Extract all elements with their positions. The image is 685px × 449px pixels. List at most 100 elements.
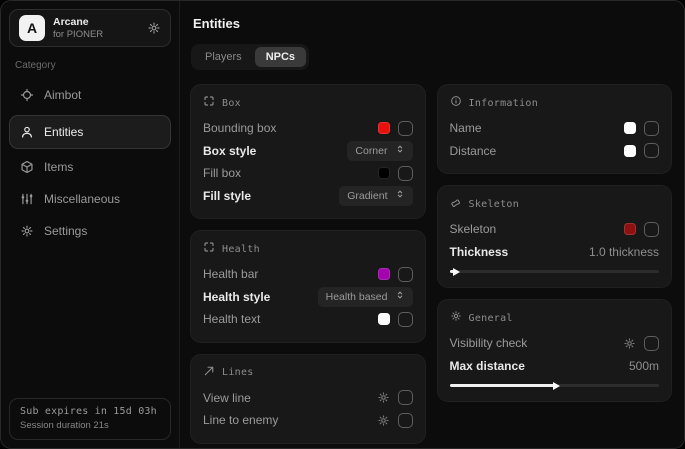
health-text-row: Health text (203, 308, 413, 331)
sidebar-item-settings[interactable]: Settings (9, 216, 171, 246)
card-title: Information (469, 98, 539, 109)
app-logo: A (19, 15, 45, 41)
sidebar-item-label: Miscellaneous (44, 192, 120, 206)
tab-players[interactable]: Players (194, 47, 253, 67)
gear-icon[interactable] (147, 21, 161, 35)
card-title: Box (222, 98, 241, 109)
sidebar-item-miscellaneous[interactable]: Miscellaneous (9, 184, 171, 214)
information-card-header: Information (450, 94, 660, 112)
fill-box-row: Fill box (203, 162, 413, 185)
sidebar-item-label: Aimbot (44, 88, 81, 102)
checkbox[interactable] (398, 166, 413, 181)
trend-arrow-icon (203, 364, 215, 382)
fill-style-row: Fill style Gradient (203, 185, 413, 208)
card-title: Skeleton (469, 199, 520, 210)
row-label: Bounding box (203, 121, 276, 135)
dropdown-value: Health based (326, 291, 388, 303)
thickness-row: Thickness 1.0 thickness (450, 241, 660, 264)
sidebar-nav: Aimbot Entities Items Miscellaneous Sett… (9, 80, 171, 248)
line-to-enemy-row: Line to enemy (203, 409, 413, 432)
row-label: Max distance (450, 359, 525, 373)
checkbox[interactable] (398, 390, 413, 405)
checkbox[interactable] (398, 267, 413, 282)
slider-thumb[interactable] (453, 268, 460, 276)
scan-icon (203, 240, 215, 258)
row-label: View line (203, 391, 251, 405)
right-column: Information Name Distance (437, 84, 673, 402)
unfold-icon (395, 189, 405, 202)
lines-card-header: Lines (203, 364, 413, 382)
tab-npcs[interactable]: NPCs (255, 47, 306, 67)
card-title: Health (222, 244, 260, 255)
health-card: Health Health bar Health style Health ba… (190, 230, 426, 343)
checkbox[interactable] (644, 143, 659, 158)
info-icon (450, 94, 462, 112)
row-label: Visibility check (450, 336, 528, 350)
entity-type-tabs: Players NPCs (191, 44, 309, 70)
name-row: Name (450, 117, 660, 140)
checkbox[interactable] (398, 121, 413, 136)
app-window: A Arcane for PIONER Category Aimbot Enti… (0, 0, 685, 449)
sidebar-item-aimbot[interactable]: Aimbot (9, 80, 171, 110)
sidebar-item-label: Settings (44, 224, 87, 238)
bounding-box-row: Bounding box (203, 117, 413, 140)
row-label: Health style (203, 290, 270, 304)
sidebar-item-label: Items (44, 160, 73, 174)
cube-icon (20, 160, 34, 174)
sidebar-item-items[interactable]: Items (9, 152, 171, 182)
row-label: Box style (203, 144, 256, 158)
general-card: General Visibility check Max distance 50… (437, 299, 673, 402)
person-icon (20, 125, 34, 139)
dropdown-value: Corner (355, 145, 387, 157)
max-distance-slider[interactable] (450, 384, 660, 387)
card-title: Lines (222, 367, 254, 378)
row-label: Fill box (203, 166, 241, 180)
visibility-check-row: Visibility check (450, 332, 660, 355)
health-card-header: Health (203, 240, 413, 258)
color-swatch[interactable] (624, 122, 636, 134)
gear-icon[interactable] (623, 337, 636, 350)
health-style-dropdown[interactable]: Health based (318, 287, 413, 307)
box-style-row: Box style Corner (203, 140, 413, 163)
thickness-slider[interactable] (450, 270, 660, 273)
checkbox[interactable] (644, 336, 659, 351)
app-meta: Arcane for PIONER (53, 16, 103, 41)
color-swatch[interactable] (378, 122, 390, 134)
sidebar-item-entities[interactable]: Entities (9, 115, 171, 149)
sliders-icon (20, 192, 34, 206)
thickness-value: 1.0 thickness (589, 245, 659, 259)
row-label: Fill style (203, 189, 251, 203)
unfold-icon (395, 144, 405, 157)
checkbox[interactable] (644, 121, 659, 136)
information-card: Information Name Distance (437, 84, 673, 174)
gear-icon[interactable] (377, 414, 390, 427)
color-swatch[interactable] (378, 167, 390, 179)
distance-row: Distance (450, 140, 660, 163)
unfold-icon (395, 290, 405, 303)
sub-expiry-text: Sub expires in 15d 03h (20, 406, 160, 417)
row-label: Thickness (450, 245, 509, 259)
box-style-dropdown[interactable]: Corner (347, 141, 412, 161)
page-title: Entities (193, 16, 672, 31)
skeleton-row: Skeleton (450, 218, 660, 241)
color-swatch[interactable] (378, 313, 390, 325)
checkbox[interactable] (398, 413, 413, 428)
color-swatch[interactable] (624, 223, 636, 235)
color-swatch[interactable] (624, 145, 636, 157)
slider-thumb[interactable] (553, 382, 560, 390)
skeleton-card-header: Skeleton (450, 195, 660, 213)
sun-icon (450, 309, 462, 327)
lines-card: Lines View line Line to enemy (190, 354, 426, 444)
sidebar-item-label: Entities (44, 125, 83, 139)
gear-icon (20, 224, 34, 238)
checkbox[interactable] (644, 222, 659, 237)
row-label: Line to enemy (203, 413, 278, 427)
left-column: Box Bounding box Box style Corner (190, 84, 426, 444)
session-duration-text: Session duration 21s (20, 420, 160, 431)
app-name: Arcane (53, 16, 103, 29)
color-swatch[interactable] (378, 268, 390, 280)
fill-style-dropdown[interactable]: Gradient (339, 186, 412, 206)
max-distance-value: 500m (629, 359, 659, 373)
gear-icon[interactable] (377, 391, 390, 404)
checkbox[interactable] (398, 312, 413, 327)
